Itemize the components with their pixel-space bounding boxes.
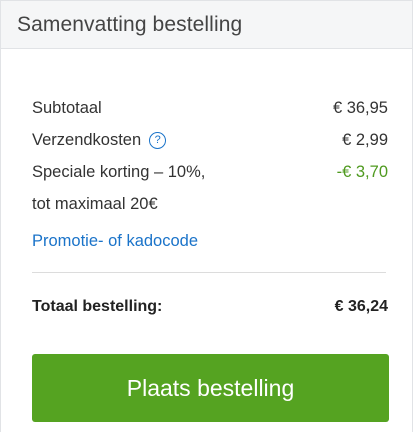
promo-code-link[interactable]: Promotie- of kadocode (32, 229, 388, 253)
shipping-row: Verzendkosten ? € 2,99 (32, 124, 388, 156)
shipping-label: Verzendkosten (32, 130, 142, 149)
divider (32, 272, 386, 273)
total-value: € 36,24 (334, 298, 388, 315)
total-row: Totaal bestelling: € 36,24 (32, 293, 388, 321)
subtotal-value: € 36,95 (332, 98, 388, 117)
total-label: Totaal bestelling: (32, 298, 163, 315)
discount-label-line1: Speciale korting – 10%, (32, 162, 206, 181)
order-summary-panel: Samenvatting bestelling Subtotaal € 36,9… (0, 0, 413, 432)
order-summary-body: Subtotaal € 36,95 Verzendkosten ? € 2,99… (1, 92, 412, 321)
order-summary-title: Samenvatting bestelling (17, 12, 243, 36)
place-order-button[interactable]: Plaats bestelling (32, 354, 389, 422)
discount-row: Speciale korting – 10%, -€ 3,70 (32, 156, 388, 188)
subtotal-label: Subtotaal (32, 98, 102, 117)
discount-value: -€ 3,70 (336, 162, 388, 181)
discount-label-line2: tot maximaal 20€ (32, 195, 158, 213)
shipping-label-group: Verzendkosten ? (32, 130, 167, 150)
discount-row-continued: tot maximaal 20€ (32, 188, 388, 221)
subtotal-row: Subtotaal € 36,95 (32, 92, 388, 124)
shipping-value: € 2,99 (342, 130, 388, 149)
order-summary-header: Samenvatting bestelling (1, 1, 412, 49)
help-icon[interactable]: ? (149, 131, 167, 149)
